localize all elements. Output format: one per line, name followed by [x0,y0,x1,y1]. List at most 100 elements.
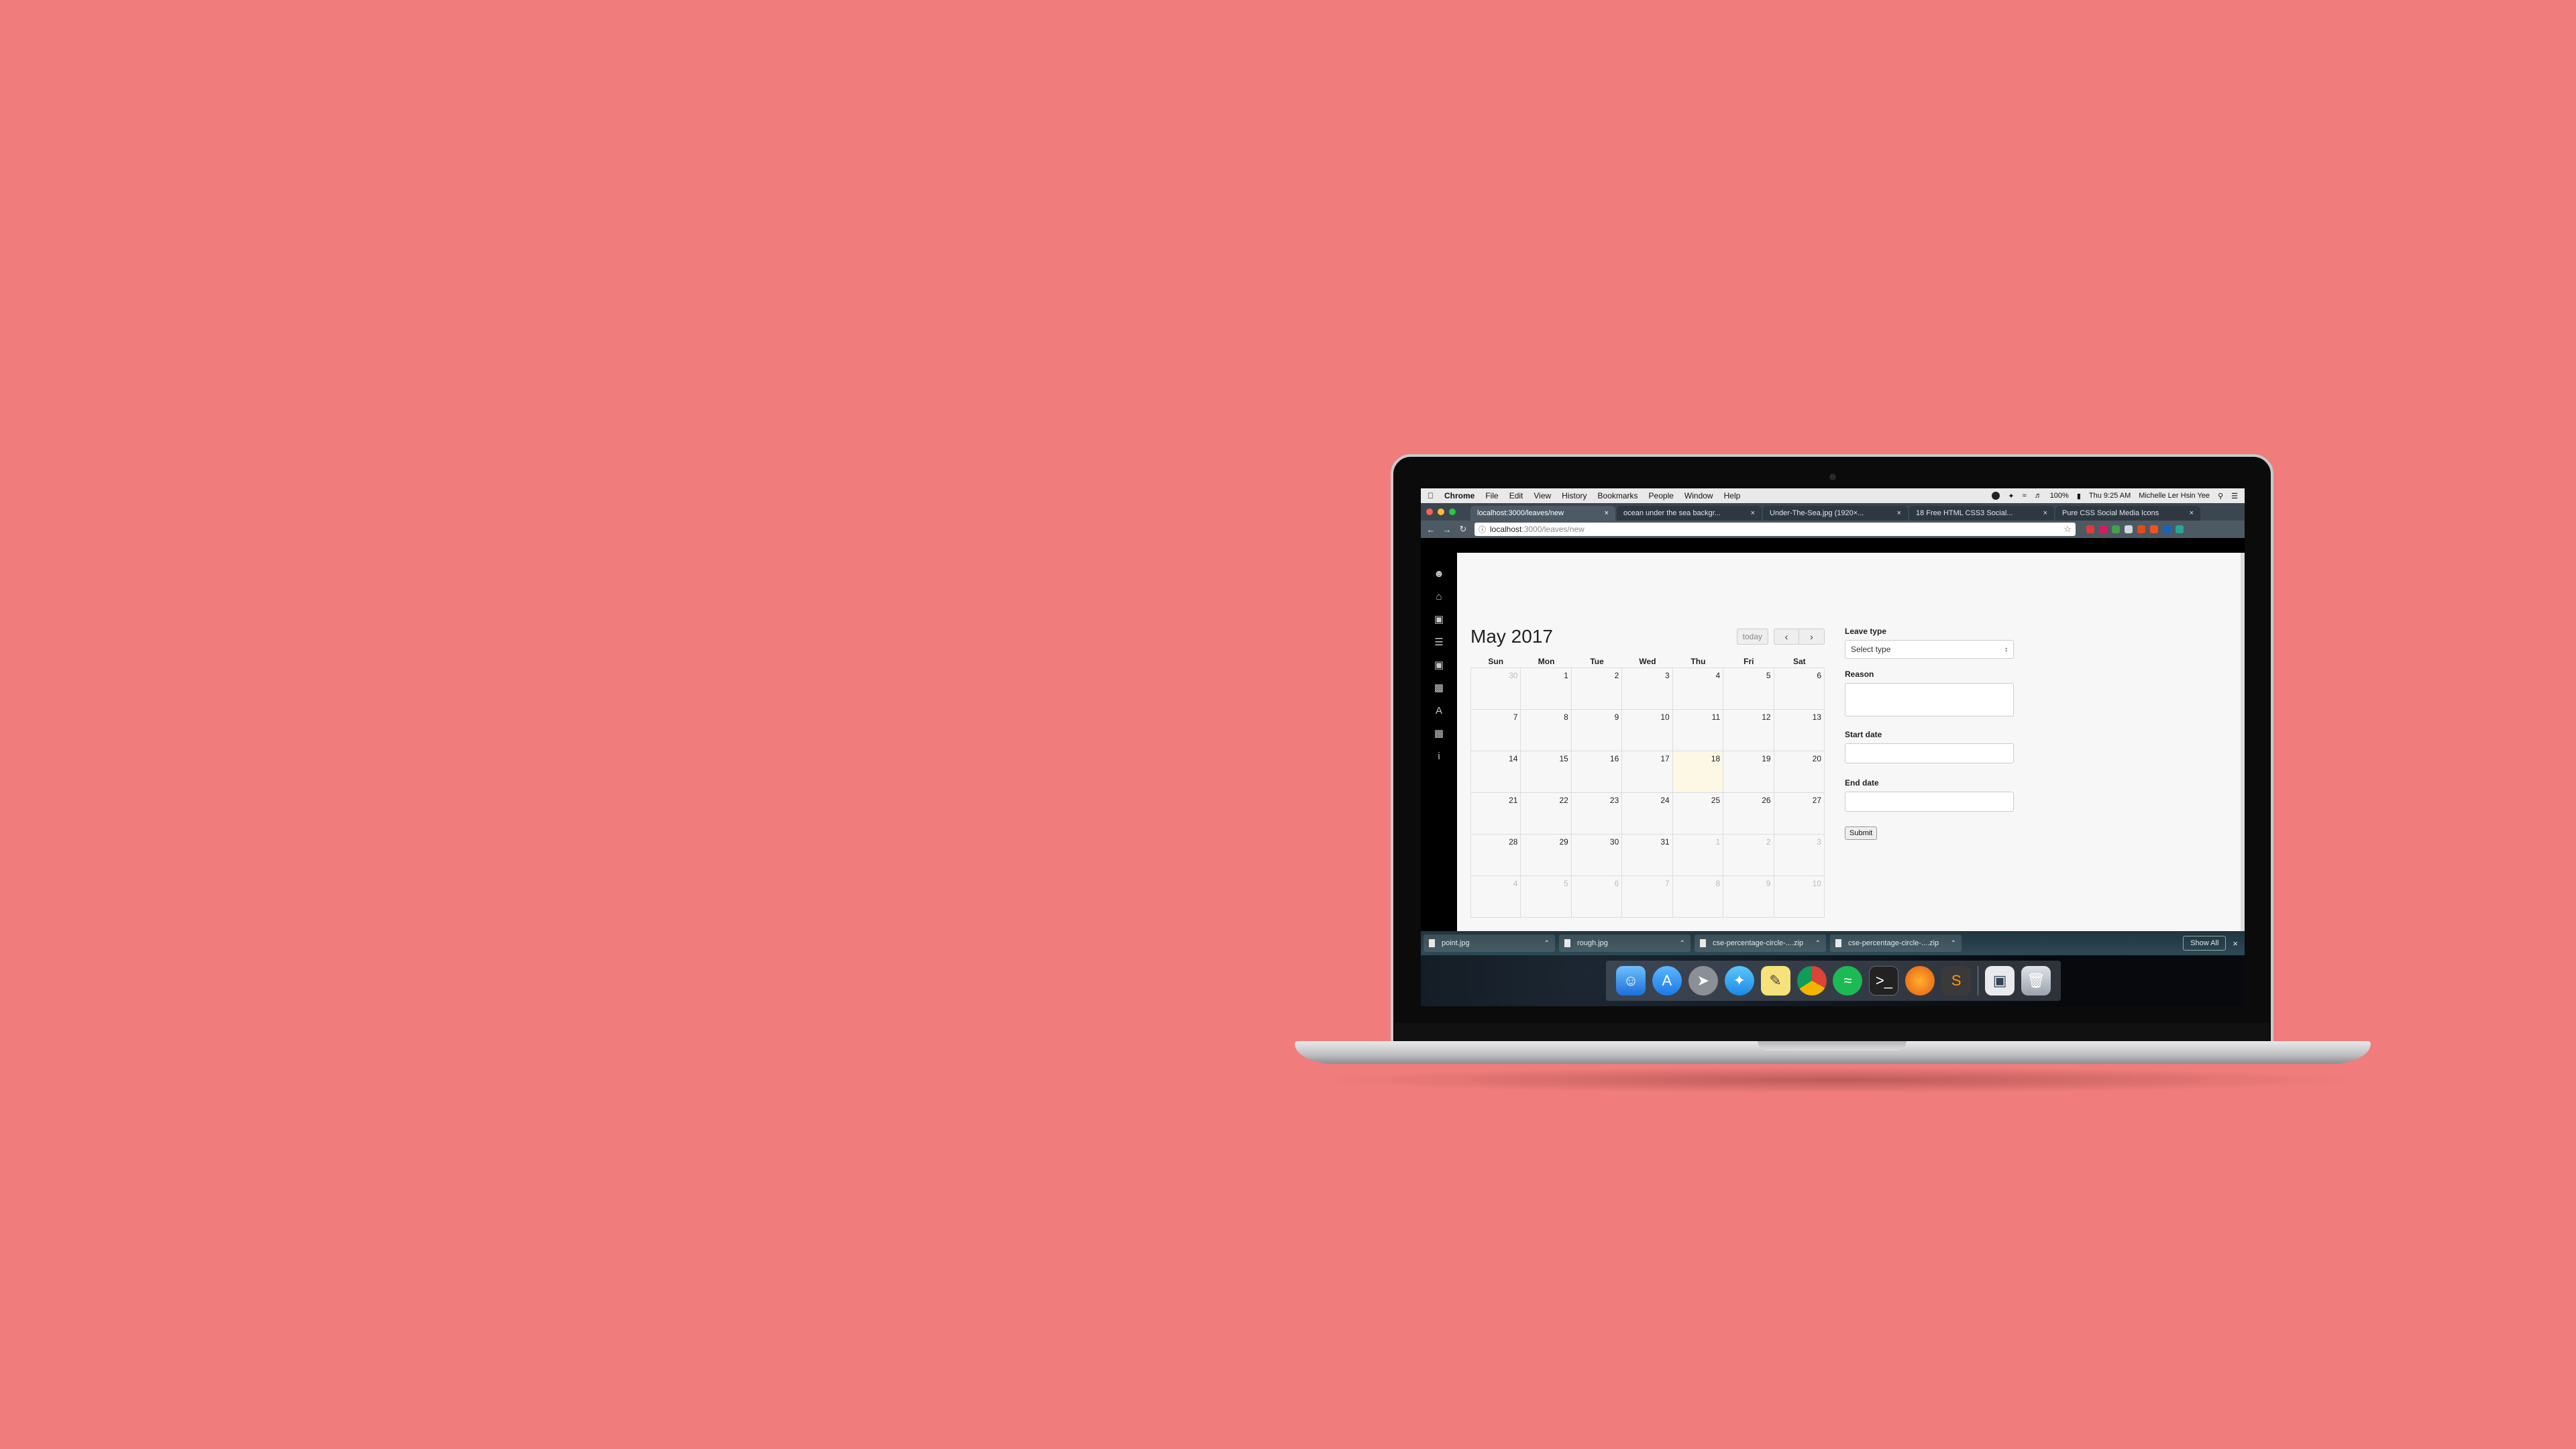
notification-center-icon[interactable]: ☰ [2231,492,2238,500]
volume-icon[interactable]: ♬ [2035,492,2042,500]
prev-month-button[interactable]: ‹ [1774,629,1799,645]
status-icon[interactable] [1992,492,2000,500]
minimize-window-button[interactable] [1438,508,1444,515]
calendar-day[interactable]: 10 [1622,710,1673,751]
calendar-day[interactable]: 8 [1521,710,1572,751]
menu-window[interactable]: Window [1684,491,1713,500]
menu-edit[interactable]: Edit [1509,491,1523,500]
download-item[interactable]: rough.jpg ⌃ [1559,934,1690,952]
calendar-day[interactable]: 8 [1672,876,1724,918]
calendar-day[interactable]: 9 [1571,710,1623,751]
calendar-day[interactable]: 5 [1723,668,1774,710]
calendar-day[interactable]: 7 [1470,710,1521,751]
tab-under-the-sea[interactable]: Under-The-Sea.jpg (1920×... × [1763,506,1908,521]
info-icon[interactable]: ⓘ [1479,524,1486,535]
calendar-day[interactable]: 25 [1672,793,1724,835]
battery-level[interactable]: 100% [2050,492,2069,500]
finder-icon[interactable]: ☺ [1615,966,1646,996]
preview-icon[interactable]: ▣ [1985,966,2015,996]
spotlight-icon[interactable]: ⚲ [2218,492,2223,500]
table-icon[interactable]: ▦ [1432,727,1446,741]
launchpad-icon[interactable]: ➤ [1688,966,1718,996]
calendar-day[interactable]: 1 [1672,835,1724,876]
calendar-day[interactable]: 26 [1723,793,1774,835]
tab-close-icon[interactable]: × [1751,509,1755,517]
bookmark-star-icon[interactable]: ☆ [2063,524,2072,535]
menu-file[interactable]: File [1485,491,1498,500]
app-store-icon[interactable]: A [1652,966,1682,996]
extension-icon[interactable] [2137,525,2145,533]
submit-button[interactable]: Submit [1845,826,1878,840]
calendar-day[interactable]: 12 [1723,710,1774,751]
download-item[interactable]: cse-percentage-circle-....zip ⌃ [1695,934,1826,952]
calendar-day[interactable]: 19 [1723,751,1774,793]
calendar-day[interactable]: 7 [1622,876,1673,918]
back-icon[interactable]: ← [1426,525,1436,535]
firefox-icon[interactable] [1905,966,1935,996]
tab-social-icons[interactable]: 18 Free HTML CSS3 Social... × [1909,506,2054,521]
end-date-input[interactable] [1845,792,2014,812]
calendar-day[interactable]: 17 [1622,751,1673,793]
calendar-day[interactable]: 22 [1521,793,1572,835]
tab-leaves-new[interactable]: localhost:3000/leaves/new × [1470,506,1615,521]
reason-textarea[interactable] [1845,683,2014,716]
download-item[interactable]: point.jpg ⌃ [1424,934,1555,952]
calendar-day[interactable]: 30 [1571,835,1623,876]
today-button[interactable]: today [1736,629,1768,645]
calendar-day[interactable]: 5 [1521,876,1572,918]
list-icon[interactable]: ☰ [1432,636,1446,649]
menu-people[interactable]: People [1649,491,1674,500]
font-icon[interactable]: A [1432,704,1446,718]
leave-type-select[interactable]: Select type ↕ [1845,640,2014,659]
clock[interactable]: Thu 9:25 AM [2089,492,2131,500]
reload-icon[interactable]: ↻ [1458,524,1468,535]
calendar-day[interactable]: 28 [1470,835,1521,876]
trash-icon[interactable]: 🗑 [2021,966,2051,996]
laptop-icon[interactable]: ▣ [1432,613,1446,627]
calendar-day[interactable]: 31 [1622,835,1673,876]
bar-chart-icon[interactable]: ▩ [1432,682,1446,695]
notes-icon[interactable]: ✎ [1760,966,1790,996]
download-item[interactable]: cse-percentage-circle-....zip ⌃ [1830,934,1962,952]
calendar-day[interactable]: 15 [1521,751,1572,793]
chevron-down-icon[interactable]: ⌃ [1951,940,1956,947]
menu-help[interactable]: Help [1724,491,1741,500]
extension-icon[interactable] [2099,525,2107,533]
chrome-icon[interactable] [1796,966,1827,996]
safari-icon[interactable]: ✦ [1724,966,1754,996]
calendar-day-today[interactable]: 18 [1672,751,1724,793]
calendar-day[interactable]: 13 [1774,710,1825,751]
calendar-day[interactable]: 10 [1774,876,1825,918]
calendar-day[interactable]: 27 [1774,793,1825,835]
calendar-day[interactable]: 14 [1470,751,1521,793]
close-icon[interactable]: × [2233,938,2238,949]
calendar-day[interactable]: 24 [1622,793,1673,835]
tab-close-icon[interactable]: × [2190,509,2194,517]
calendar-day[interactable]: 6 [1571,876,1623,918]
extension-icon[interactable] [2150,525,2158,533]
start-date-input[interactable] [1845,743,2014,763]
dropbox-icon[interactable]: ✦ [2008,492,2014,500]
calendar-day[interactable]: 1 [1521,668,1572,710]
calendar-day[interactable]: 3 [1774,835,1825,876]
tab-close-icon[interactable]: × [2043,509,2047,517]
calendar-day[interactable]: 30 [1470,668,1521,710]
calendar-day[interactable]: 11 [1672,710,1724,751]
extension-icon[interactable] [2163,525,2171,533]
spotify-icon[interactable]: ≈ [1833,966,1863,996]
user-name[interactable]: Michelle Ler Hsin Yee [2139,492,2210,500]
address-bar[interactable]: ⓘ localhost :3000/leaves/new ☆ [1474,523,2076,536]
home-icon[interactable]: ⌂ [1432,590,1446,604]
tab-pure-css-icons[interactable]: Pure CSS Social Media Icons × [2055,506,2200,521]
menu-view[interactable]: View [1534,491,1551,500]
calendar-day[interactable]: 23 [1571,793,1623,835]
tab-close-icon[interactable]: × [1897,509,1901,517]
calendar-day[interactable]: 3 [1622,668,1673,710]
chevron-down-icon[interactable]: ⌃ [1680,940,1685,947]
extension-icon[interactable] [2112,525,2120,533]
user-icon[interactable]: ☻ [1432,568,1446,581]
menu-history[interactable]: History [1562,491,1587,500]
folder-icon[interactable]: ▣ [1432,659,1446,672]
next-month-button[interactable]: › [1799,629,1825,645]
calendar-day[interactable]: 20 [1774,751,1825,793]
